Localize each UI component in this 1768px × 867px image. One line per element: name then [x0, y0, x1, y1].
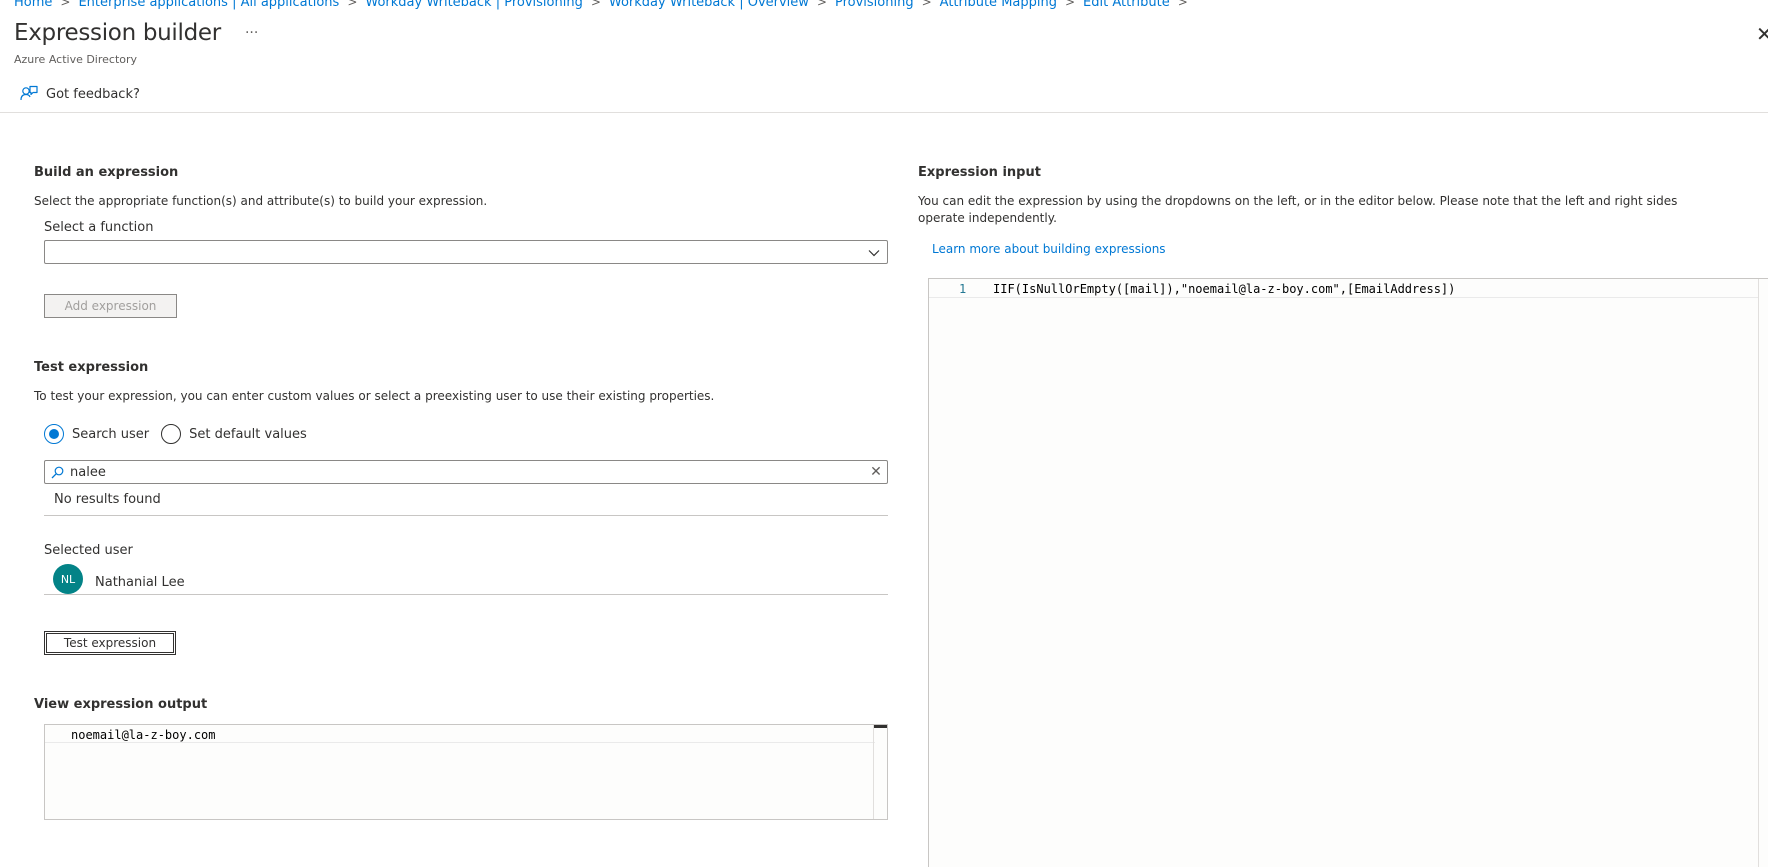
- avatar: NL: [53, 564, 83, 594]
- line-number: 1: [959, 282, 967, 296]
- selected-user-label: Selected user: [44, 543, 133, 558]
- feedback-label: Got feedback?: [46, 86, 140, 102]
- editor-scrollbar[interactable]: [1758, 279, 1768, 867]
- page-title: Expression builder: [14, 20, 221, 46]
- expression-editor[interactable]: 1 IIF(IsNullOrEmpty([mail]),"noemail@la-…: [928, 278, 1768, 867]
- breadcrumb: Home > Enterprise applications | All app…: [14, 0, 1196, 10]
- breadcrumb-separator-icon: >: [1064, 0, 1076, 9]
- feedback-button[interactable]: Got feedback?: [20, 85, 140, 103]
- breadcrumb-workday-overview[interactable]: Workday Writeback | Overview: [609, 0, 809, 10]
- no-results-message: No results found: [54, 492, 161, 507]
- feedback-icon: [20, 85, 38, 101]
- editor-line: 1 IIF(IsNullOrEmpty([mail]),"noemail@la-…: [929, 279, 1759, 298]
- expression-code[interactable]: IIF(IsNullOrEmpty([mail]),"noemail@la-z-…: [993, 282, 1455, 296]
- breadcrumb-attribute-mapping[interactable]: Attribute Mapping: [940, 0, 1057, 10]
- expression-output-value: noemail@la-z-boy.com: [71, 728, 216, 742]
- set-default-values-radio[interactable]: [161, 424, 182, 444]
- expression-output-box[interactable]: noemail@la-z-boy.com: [44, 724, 888, 820]
- function-select[interactable]: [44, 240, 888, 264]
- breadcrumb-enterprise-apps[interactable]: Enterprise applications | All applicatio…: [78, 0, 339, 10]
- search-user-radio-label[interactable]: Search user: [72, 427, 149, 442]
- user-search-input[interactable]: [70, 462, 865, 482]
- expression-output-title: View expression output: [34, 697, 208, 712]
- function-select-label: Select a function: [44, 220, 154, 235]
- expression-input-title: Expression input: [918, 165, 1041, 180]
- expression-input-description: You can edit the expression by using the…: [918, 194, 1678, 225]
- test-expression-description: To test your expression, you can enter c…: [34, 389, 715, 403]
- breadcrumb-separator-icon: >: [816, 0, 827, 9]
- breadcrumb-separator-icon: >: [590, 0, 601, 9]
- breadcrumb-separator-icon: >: [921, 0, 932, 9]
- toolbar-divider: [0, 112, 1768, 113]
- output-scrollbar[interactable]: [873, 725, 887, 819]
- breadcrumb-separator-icon: >: [1177, 0, 1188, 9]
- selected-user: NL Nathanial Lee: [53, 564, 185, 594]
- breadcrumb-home[interactable]: Home: [14, 0, 52, 10]
- chevron-down-icon: [868, 250, 880, 257]
- page-subtitle: Azure Active Directory: [14, 53, 138, 66]
- close-icon[interactable]: ✕: [1756, 24, 1768, 44]
- learn-more-link[interactable]: Learn more about building expressions: [932, 242, 1166, 256]
- breadcrumb-edit-attribute[interactable]: Edit Attribute: [1083, 0, 1170, 10]
- build-expression-description: Select the appropriate function(s) and a…: [34, 194, 488, 208]
- selected-user-divider: [44, 594, 888, 595]
- set-default-values-radio-label[interactable]: Set default values: [189, 427, 307, 442]
- search-user-radio[interactable]: [44, 424, 64, 444]
- output-line: noemail@la-z-boy.com: [45, 725, 875, 743]
- test-mode-radio-group: Search user Set default values: [44, 424, 319, 444]
- add-expression-button[interactable]: Add expression: [44, 294, 177, 318]
- test-expression-button[interactable]: Test expression: [44, 631, 176, 655]
- breadcrumb-workday-provisioning[interactable]: Workday Writeback | Provisioning: [365, 0, 582, 10]
- more-options-icon[interactable]: ···: [245, 25, 258, 41]
- search-icon: [51, 466, 64, 478]
- selected-user-name: Nathanial Lee: [95, 574, 185, 590]
- search-results-divider: [44, 515, 888, 516]
- breadcrumb-provisioning[interactable]: Provisioning: [835, 0, 914, 10]
- title-row: Expression builder ···: [14, 20, 258, 46]
- test-expression-title: Test expression: [34, 360, 149, 375]
- user-search-box: ✕: [44, 460, 888, 484]
- build-expression-title: Build an expression: [34, 165, 179, 180]
- clear-search-icon[interactable]: ✕: [865, 464, 887, 480]
- breadcrumb-separator-icon: >: [60, 0, 71, 9]
- breadcrumb-separator-icon: >: [347, 0, 358, 9]
